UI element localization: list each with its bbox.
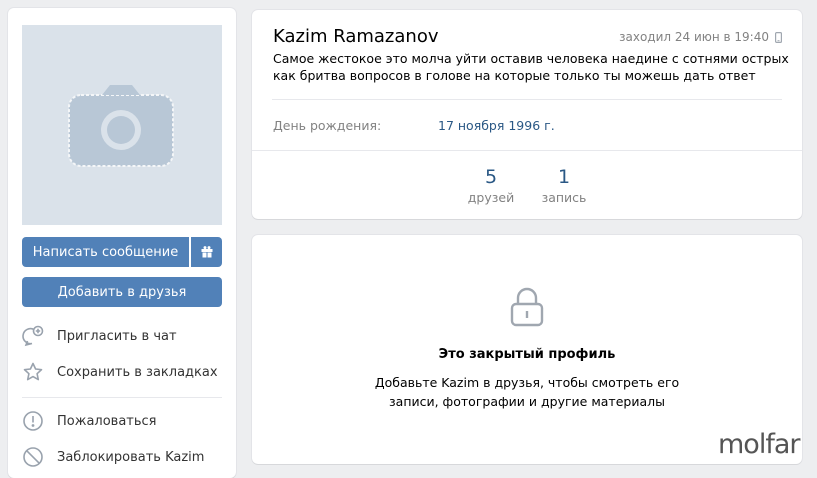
send-message-label: Написать сообщение <box>32 244 179 260</box>
posts-counter[interactable]: 1 запись <box>536 166 592 205</box>
add-friend-button[interactable]: Добавить в друзья <box>22 277 222 307</box>
profile-card: Kazim Ramazanov заходил 24 июн в 19:40 С… <box>252 10 802 219</box>
invite-to-chat-button[interactable]: Пригласить в чат <box>22 322 177 350</box>
profile-name: Kazim Ramazanov <box>273 26 439 47</box>
friends-count: 5 <box>484 166 498 188</box>
chat-plus-icon <box>22 325 44 347</box>
left-column: Написать сообщение Добавить в друзья При… <box>8 8 236 478</box>
birthday-value[interactable]: 17 ноября 1996 г. <box>438 118 555 133</box>
report-button[interactable]: Пожаловаться <box>22 407 157 435</box>
block-button[interactable]: Заблокировать Kazim <box>22 443 204 471</box>
last-seen-text: заходил 24 июн в 19:40 <box>619 30 769 44</box>
gift-icon <box>201 246 212 258</box>
watermark-logo: molfar <box>718 429 800 460</box>
mobile-icon <box>775 31 782 43</box>
closed-profile-description: Добавьте Kazim в друзья, чтобы смотреть … <box>374 375 680 409</box>
star-icon <box>22 361 44 383</box>
closed-profile-title: Это закрытый профиль <box>438 347 616 362</box>
posts-label: запись <box>541 190 587 205</box>
birthday-label: День рождения: <box>273 118 382 133</box>
friends-label: друзей <box>467 190 515 205</box>
report-label: Пожаловаться <box>57 413 157 429</box>
save-bookmark-button[interactable]: Сохранить в закладках <box>22 358 218 386</box>
camera-icon <box>68 85 174 167</box>
last-seen: заходил 24 июн в 19:40 <box>619 30 782 44</box>
report-icon <box>22 410 44 432</box>
gift-button[interactable] <box>191 237 222 267</box>
send-message-button[interactable]: Написать сообщение <box>22 237 189 267</box>
counters-divider <box>252 150 802 151</box>
friends-counter[interactable]: 5 друзей <box>464 166 518 205</box>
add-friend-label: Добавить в друзья <box>57 284 187 300</box>
status-divider <box>272 99 782 100</box>
block-label: Заблокировать Kazim <box>57 449 205 465</box>
actions-divider <box>22 397 222 398</box>
invite-to-chat-label: Пригласить в чат <box>57 328 177 344</box>
posts-count: 1 <box>557 166 571 188</box>
save-bookmark-label: Сохранить в закладках <box>57 364 218 380</box>
lock-icon <box>510 287 544 327</box>
avatar-placeholder[interactable] <box>22 25 222 225</box>
status-text: Самое жестокое это молча уйти оставив че… <box>273 51 789 83</box>
block-icon <box>22 446 44 468</box>
